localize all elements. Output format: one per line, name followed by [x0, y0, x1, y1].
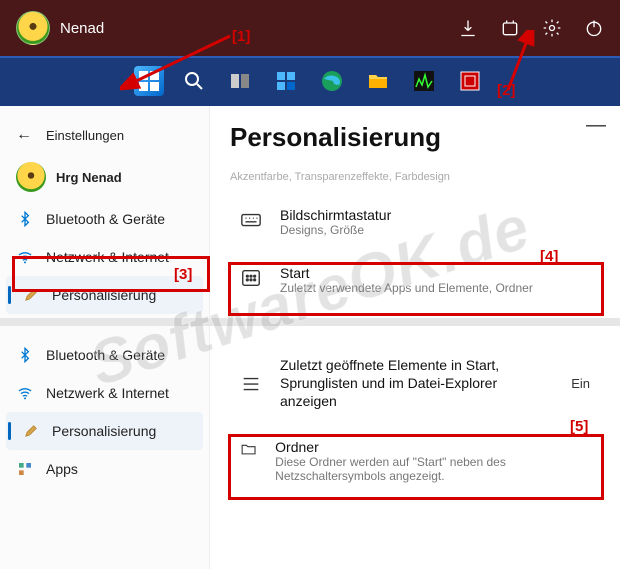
row-folders[interactable]: Ordner Diese Ordner werden auf "Start" n…	[230, 425, 600, 497]
row-touch-keyboard[interactable]: Bildschirmtastatur Designs, Größe	[230, 193, 600, 251]
edge-icon[interactable]	[316, 65, 348, 97]
back-label: Einstellungen	[46, 128, 124, 143]
bluetooth-icon	[16, 346, 34, 364]
search-icon[interactable]	[178, 65, 210, 97]
taskbar	[0, 56, 620, 106]
app-icon-red[interactable]	[454, 65, 486, 97]
nav-personalization-label: Personalisierung	[52, 287, 156, 303]
start-grid-icon	[240, 267, 262, 289]
nav-bluetooth-label: Bluetooth & Geräte	[46, 211, 165, 227]
settings-sidebar-lower: Bluetooth & Geräte Netzwerk & Internet P…	[0, 326, 210, 569]
task-view-icon[interactable]	[224, 65, 256, 97]
settings-sidebar: ← Einstellungen Hrg Nenad Bluetooth & Ge…	[0, 106, 210, 318]
row-folders-title: Ordner	[275, 439, 590, 455]
row-recent[interactable]: Zuletzt geöffnete Elemente in Start, Spr…	[230, 342, 600, 425]
brush-icon	[22, 422, 40, 440]
nav-personalization-2[interactable]: Personalisierung	[6, 412, 203, 450]
nav-network-label: Netzwerk & Internet	[46, 249, 169, 265]
nav-personalization[interactable]: Personalisierung	[6, 276, 203, 314]
minimize-button[interactable]: —	[586, 114, 606, 137]
nav-network-label-2: Netzwerk & Internet	[46, 385, 169, 401]
nav-bluetooth[interactable]: Bluetooth & Geräte	[0, 200, 209, 238]
wifi-icon	[16, 248, 34, 266]
nav-apps-label-2: Apps	[46, 461, 78, 477]
start-button[interactable]	[134, 66, 164, 96]
list-icon	[240, 373, 262, 395]
faint-subtitle: Akzentfarbe, Transparenzeffekte, Farbdes…	[230, 171, 600, 183]
settings-main-panel-lower: Zuletzt geöffnete Elemente in Start, Spr…	[210, 326, 620, 569]
sidebar-user[interactable]: Hrg Nenad	[0, 154, 209, 200]
settings-window: ← Einstellungen Hrg Nenad Bluetooth & Ge…	[0, 106, 620, 569]
nav-bluetooth-2[interactable]: Bluetooth & Geräte	[0, 336, 209, 374]
widgets-icon[interactable]	[270, 65, 302, 97]
library-icon[interactable]	[500, 18, 520, 38]
nav-bluetooth-label-2: Bluetooth & Geräte	[46, 347, 165, 363]
power-icon[interactable]	[584, 18, 604, 38]
row-folders-sub: Diese Ordner werden auf "Start" neben de…	[275, 455, 590, 483]
explorer-icon[interactable]	[362, 65, 394, 97]
panel-divider	[0, 318, 620, 326]
wifi-icon	[16, 384, 34, 402]
row-start-sub: Zuletzt verwendete Apps und Elemente, Or…	[280, 281, 533, 295]
bluetooth-icon	[16, 210, 34, 228]
user-avatar[interactable]	[16, 11, 50, 45]
user-name-label: Nenad	[60, 20, 104, 37]
back-button[interactable]: ← Einstellungen	[0, 116, 209, 154]
nav-apps-2[interactable]: Apps	[0, 450, 209, 488]
row-recent-toggle-label: Ein	[571, 376, 590, 391]
back-arrow-icon: ←	[16, 126, 32, 144]
app-icon-green[interactable]	[408, 65, 440, 97]
settings-main-panel: — Personalisierung Akzentfarbe, Transpar…	[210, 106, 620, 318]
apps-icon	[16, 460, 34, 478]
row-touch-keyboard-sub: Designs, Größe	[280, 223, 391, 237]
nav-network-2[interactable]: Netzwerk & Internet	[0, 374, 209, 412]
nav-network[interactable]: Netzwerk & Internet	[0, 238, 209, 276]
row-touch-keyboard-title: Bildschirmtastatur	[280, 207, 391, 223]
keyboard-icon	[240, 209, 262, 231]
download-icon[interactable]	[458, 18, 478, 38]
row-recent-title: Zuletzt geöffnete Elemente in Start, Spr…	[280, 356, 543, 411]
nav-personalization-label-2: Personalisierung	[52, 423, 156, 439]
header-actions	[458, 18, 604, 38]
sidebar-user-label: Hrg Nenad	[56, 170, 122, 185]
sidebar-avatar-icon	[16, 162, 46, 192]
row-start-title: Start	[280, 265, 533, 281]
start-menu-header: Nenad	[0, 0, 620, 56]
gear-icon[interactable]	[542, 18, 562, 38]
folder-icon	[240, 441, 257, 463]
page-title: Personalisierung	[230, 122, 600, 153]
brush-icon	[22, 286, 40, 304]
row-start[interactable]: Start Zuletzt verwendete Apps und Elemen…	[230, 251, 600, 309]
